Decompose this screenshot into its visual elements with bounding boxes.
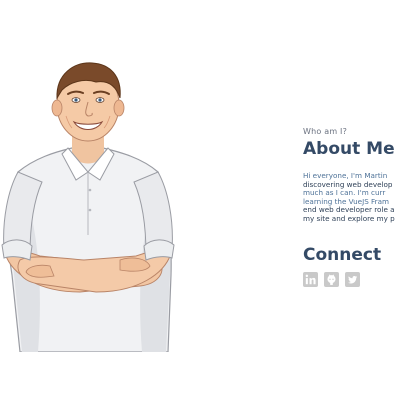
github-icon[interactable] <box>324 272 339 287</box>
about-bio: Hi everyone, I'm Martin discovering web … <box>303 172 400 232</box>
twitter-icon[interactable] <box>345 272 360 287</box>
about-section: Who am I? About Me <box>303 127 400 159</box>
social-links <box>303 272 360 287</box>
bio-line: my site and explore my p <box>303 213 395 223</box>
about-title: About Me <box>303 139 395 159</box>
avatar-illustration <box>1 62 175 352</box>
connect-section: Connect <box>303 245 400 265</box>
portfolio-page: Who am I? About Me Hi everyone, I'm Mart… <box>0 0 400 400</box>
linkedin-icon[interactable] <box>303 272 318 287</box>
connect-title: Connect <box>303 245 382 265</box>
about-eyebrow: Who am I? <box>303 127 348 136</box>
